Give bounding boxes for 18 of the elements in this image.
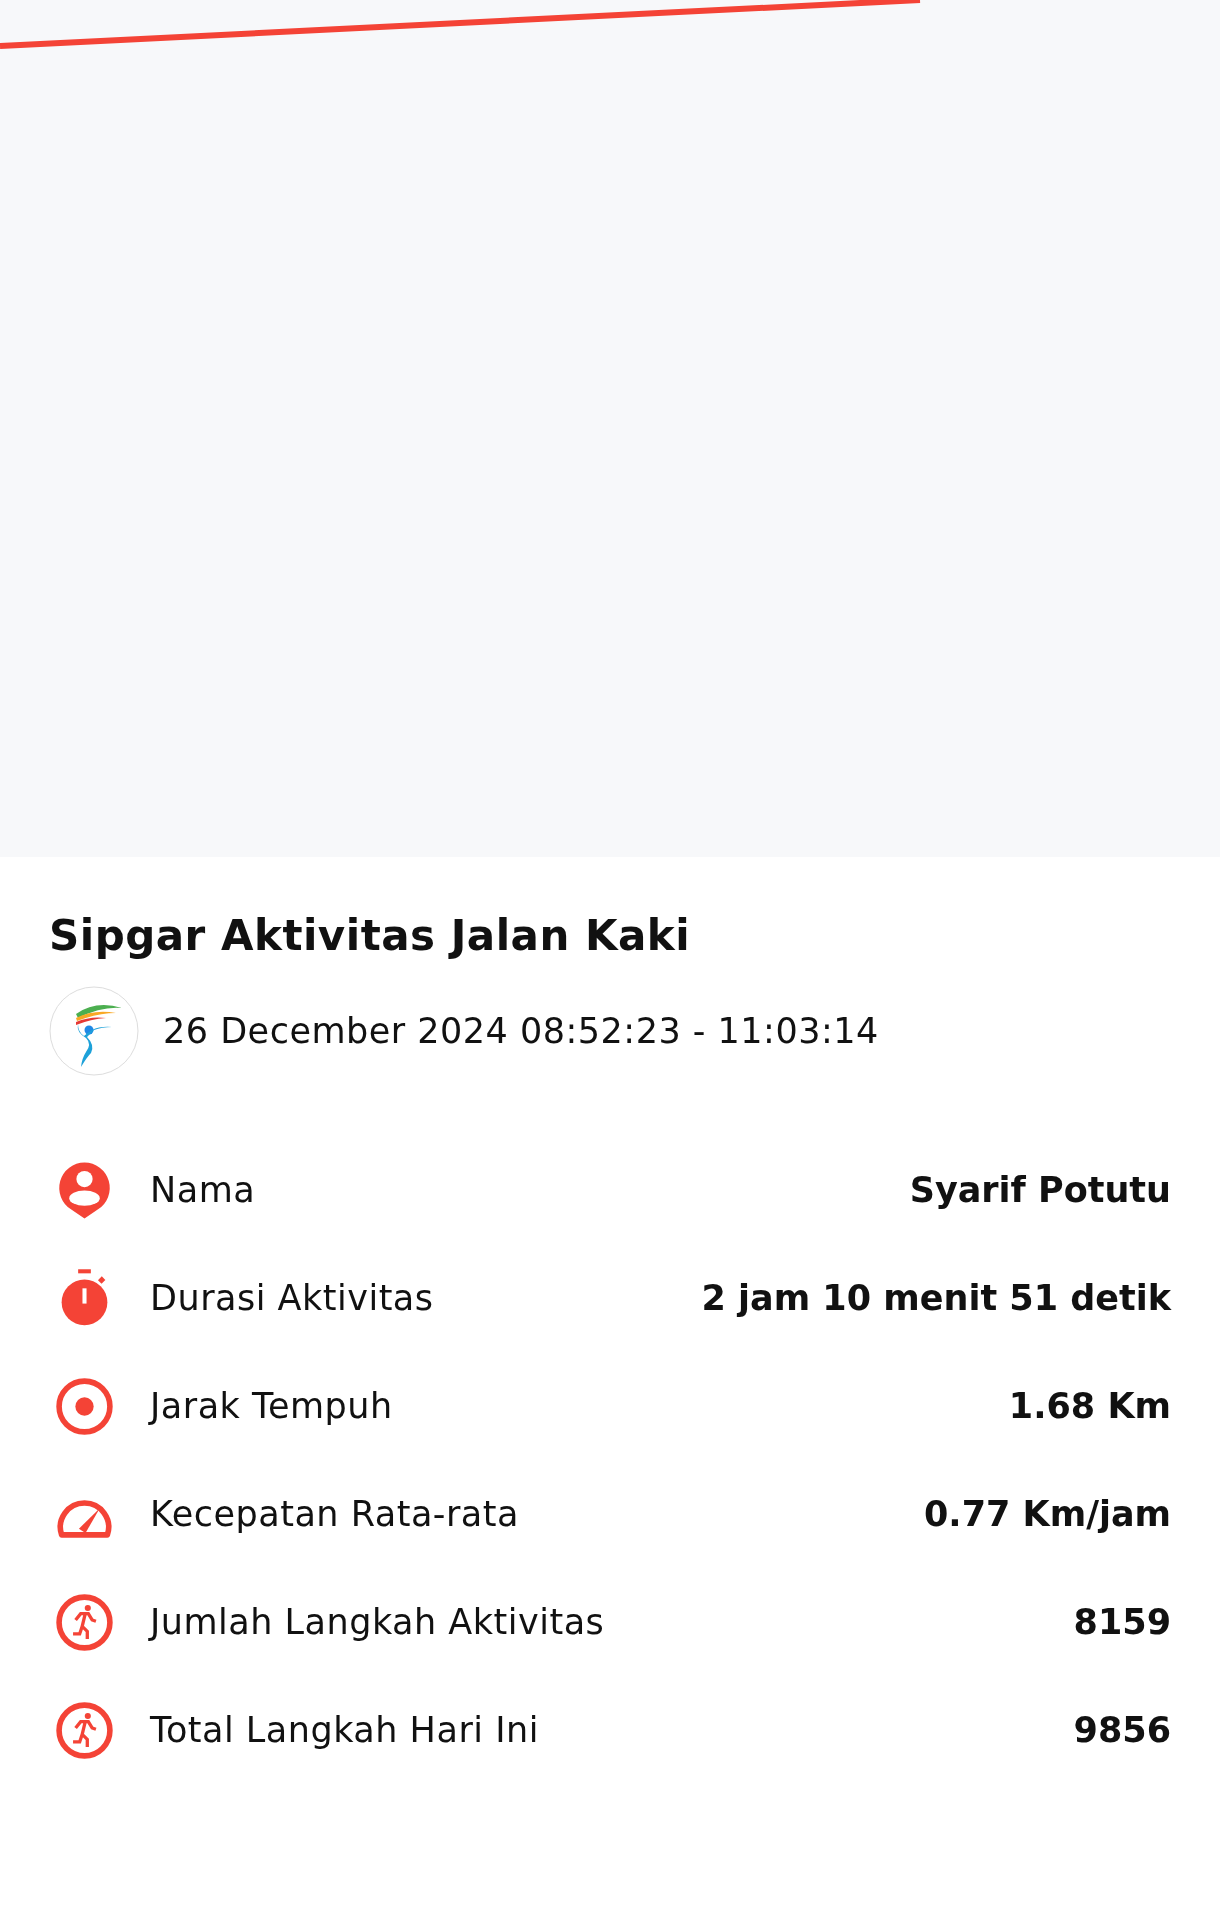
stat-value: 9856	[1073, 1710, 1171, 1750]
stat-value: 0.77 Km/jam	[924, 1494, 1171, 1534]
stat-label: Durasi Aktivitas	[150, 1278, 435, 1318]
activity-title: Sipgar Aktivitas Jalan Kaki	[49, 911, 692, 960]
runner-icon	[54, 1699, 115, 1761]
runner-icon	[54, 1591, 115, 1653]
stat-label: Nama	[150, 1170, 257, 1210]
stat-label: Jarak Tempuh	[150, 1386, 394, 1426]
activity-date: 26 December 2024 08:52:23 - 11:03:14	[163, 1011, 879, 1051]
stat-value: 8159	[1073, 1602, 1171, 1642]
stat-label: Jumlah Langkah Aktivitas	[150, 1602, 606, 1642]
stat-label: Total Langkah Hari Ini	[150, 1710, 540, 1750]
stat-value: Syarif Potutu	[909, 1170, 1171, 1210]
runner-logo-icon	[49, 986, 139, 1076]
stat-value: 2 jam 10 menit 51 detik	[701, 1278, 1171, 1318]
stat-value: 1.68 Km	[1008, 1386, 1171, 1426]
target-icon	[54, 1375, 115, 1437]
stat-label: Kecepatan Rata-rata	[150, 1494, 520, 1534]
